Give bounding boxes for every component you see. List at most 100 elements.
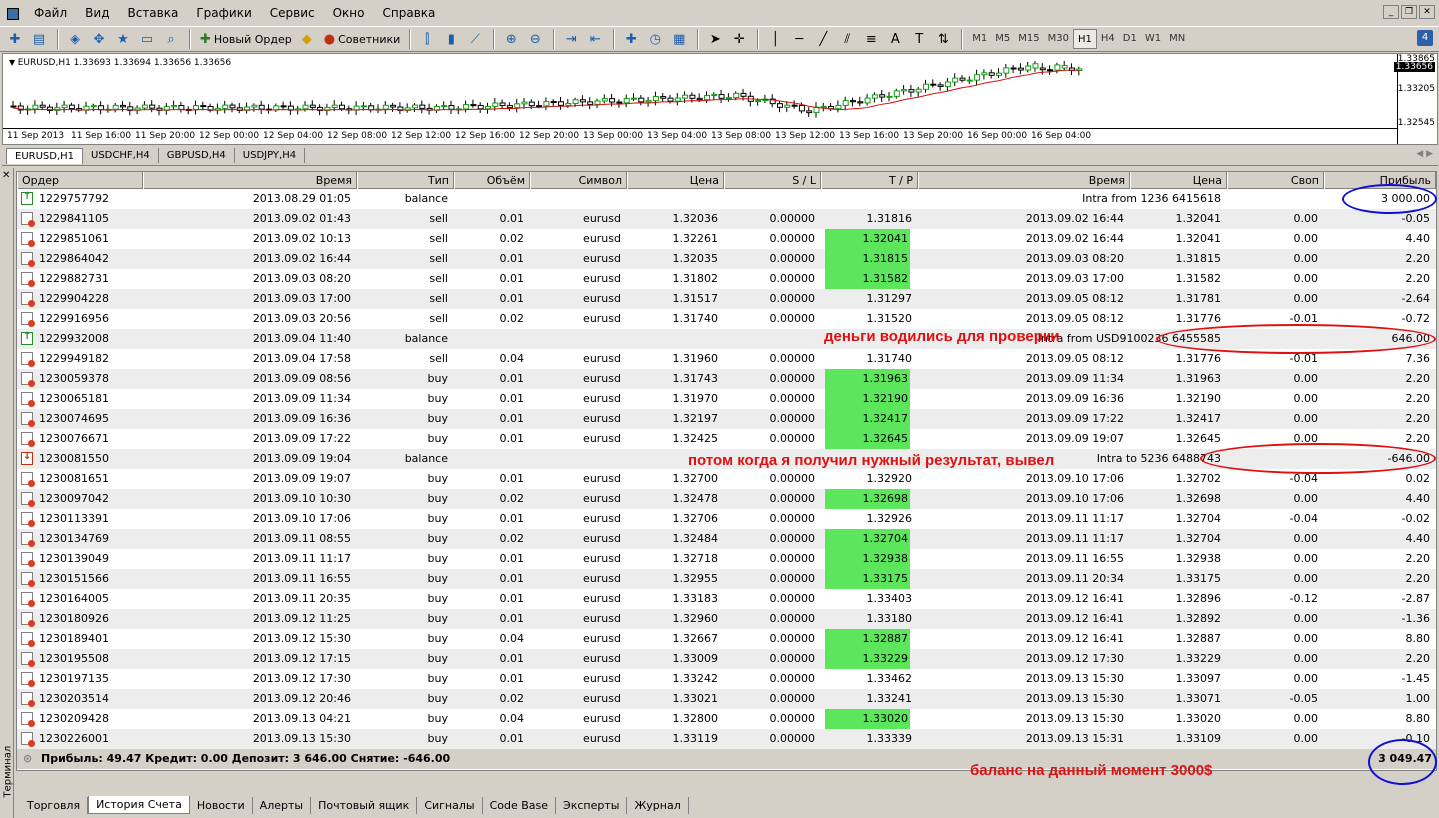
timeframe-h1[interactable]: H1 xyxy=(1072,29,1097,49)
column-header-tp[interactable]: T / P xyxy=(821,172,918,189)
column-header-swap[interactable]: Своп xyxy=(1227,172,1324,189)
terminal-tab[interactable]: Эксперты xyxy=(556,797,628,814)
table-row[interactable]: 1229949182 2013.09.04 17:58 sell 0.04 eurusd… xyxy=(17,349,1436,369)
channel-icon[interactable]: ⫽ xyxy=(836,29,858,49)
chart-tab[interactable]: GBPUSD,H4 xyxy=(159,148,235,163)
table-row[interactable]: 1229841105 2013.09.02 01:43 sell 0.01 eurusd… xyxy=(17,209,1436,229)
table-row[interactable]: 1230180926 2013.09.12 11:25 buy 0.01 eurusd 1… xyxy=(17,609,1436,629)
table-row[interactable]: 1230113391 2013.09.10 17:06 buy 0.01 eurusd 1… xyxy=(17,509,1436,529)
periods-icon[interactable]: ◷ xyxy=(644,29,666,49)
terminal-tab[interactable]: Журнал xyxy=(627,797,689,814)
table-row[interactable]: 1229904228 2013.09.03 17:00 sell 0.01 eurusd… xyxy=(17,289,1436,309)
chart-tab[interactable]: USDCHF,H4 xyxy=(83,148,159,163)
label-icon[interactable]: T xyxy=(908,29,930,49)
chart-shift-icon[interactable]: ⇤ xyxy=(584,29,606,49)
terminal-icon[interactable]: ▭ xyxy=(136,29,158,49)
column-header-time[interactable]: Время xyxy=(143,172,357,189)
timeframe-w1[interactable]: W1 xyxy=(1141,29,1165,49)
terminal-tab[interactable]: Почтовый ящик xyxy=(311,797,418,814)
table-row[interactable]: 1230209428 2013.09.13 04:21 buy 0.04 eurusd 1… xyxy=(17,709,1436,729)
table-row[interactable]: 1230195508 2013.09.12 17:15 buy 0.01 eurusd 1… xyxy=(17,649,1436,669)
column-header-order[interactable]: Ордер xyxy=(17,172,143,189)
table-row[interactable]: 1230197135 2013.09.12 17:30 buy 0.01 eurusd 1… xyxy=(17,669,1436,689)
timeframe-m5[interactable]: M5 xyxy=(991,29,1014,49)
table-row[interactable]: 1230097042 2013.09.10 10:30 buy 0.02 eurusd 1… xyxy=(17,489,1436,509)
table-row[interactable]: 1230164005 2013.09.11 20:35 buy 0.01 eurusd 1… xyxy=(17,589,1436,609)
table-row[interactable]: 1229864042 2013.09.02 16:44 sell 0.01 eurusd… xyxy=(17,249,1436,269)
chart-tab[interactable]: USDJPY,H4 xyxy=(235,148,306,163)
menu-help[interactable]: Справка xyxy=(375,0,446,26)
terminal-tab[interactable]: История Счета xyxy=(88,796,190,814)
menu-charts[interactable]: Графики xyxy=(188,0,261,26)
menu-window[interactable]: Окно xyxy=(325,0,375,26)
zoom-in-icon[interactable]: ⊕ xyxy=(500,29,522,49)
line-chart-icon[interactable]: ⟋ xyxy=(464,29,486,49)
advisors-button[interactable]: ● Советники xyxy=(320,29,405,49)
horizontal-line-icon[interactable]: ─ xyxy=(788,29,810,49)
new-order-button[interactable]: ✚ Новый Ордер xyxy=(196,29,296,49)
close-icon[interactable]: ✕ xyxy=(1419,5,1435,19)
indicators-icon[interactable]: ✚ xyxy=(620,29,642,49)
table-row[interactable]: 1230151566 2013.09.11 16:55 buy 0.01 eurusd 1… xyxy=(17,569,1436,589)
price-chart[interactable]: EURUSD,H1 1.33693 1.33694 1.33656 1.3365… xyxy=(2,53,1438,145)
timeframe-m30[interactable]: M30 xyxy=(1044,29,1073,49)
table-row[interactable]: 1229757792 2013.08.29 01:05 balance Intra f… xyxy=(17,189,1436,209)
terminal-tab[interactable]: Новости xyxy=(190,797,253,814)
metaeditor-icon[interactable]: ◆ xyxy=(296,29,318,49)
table-row[interactable]: 1230076671 2013.09.09 17:22 buy 0.01 eurusd 1… xyxy=(17,429,1436,449)
bar-chart-icon[interactable]: ⫿ xyxy=(416,29,438,49)
timeframe-h4[interactable]: H4 xyxy=(1097,29,1119,49)
text-icon[interactable]: A xyxy=(884,29,906,49)
new-chart-icon[interactable]: ✚ xyxy=(4,29,26,49)
table-row[interactable]: 1230074695 2013.09.09 16:36 buy 0.01 eurusd 1… xyxy=(17,409,1436,429)
crosshair-icon[interactable]: ✛ xyxy=(728,29,750,49)
column-header-ctime[interactable]: Время xyxy=(918,172,1130,189)
zoom-out-icon[interactable]: ⊖ xyxy=(524,29,546,49)
navigator-icon[interactable]: ★ xyxy=(112,29,134,49)
tester-icon[interactable]: ⌕ xyxy=(160,29,182,49)
timeframe-d1[interactable]: D1 xyxy=(1119,29,1141,49)
terminal-tab[interactable]: Торговля xyxy=(20,797,89,814)
menu-tools[interactable]: Сервис xyxy=(262,0,325,26)
autoscroll-icon[interactable]: ⇥ xyxy=(560,29,582,49)
table-row[interactable]: 1230189401 2013.09.12 15:30 buy 0.04 eurusd 1… xyxy=(17,629,1436,649)
candle-chart-icon[interactable]: ▮ xyxy=(440,29,462,49)
toolbar-badge[interactable]: 4 xyxy=(1417,30,1433,46)
trendline-icon[interactable]: ╱ xyxy=(812,29,834,49)
table-row[interactable]: 1229851061 2013.09.02 10:13 sell 0.02 eurusd… xyxy=(17,229,1436,249)
table-row[interactable]: 1229882731 2013.09.03 08:20 sell 0.01 eurusd… xyxy=(17,269,1436,289)
table-row[interactable]: 1230203514 2013.09.12 20:46 buy 0.02 eurusd 1… xyxy=(17,689,1436,709)
tab-scroll-arrows[interactable]: ◀ ▶ xyxy=(1416,149,1433,159)
table-row[interactable]: 1230139049 2013.09.11 11:17 buy 0.01 eurusd 1… xyxy=(17,549,1436,569)
column-header-sl[interactable]: S / L xyxy=(724,172,821,189)
table-row[interactable]: 1230134769 2013.09.11 08:55 buy 0.02 eurusd 1… xyxy=(17,529,1436,549)
vertical-line-icon[interactable]: │ xyxy=(764,29,786,49)
terminal-tab[interactable]: Алерты xyxy=(253,797,312,814)
table-row[interactable]: 1230059378 2013.09.09 08:56 buy 0.01 eurusd 1… xyxy=(17,369,1436,389)
market-watch-icon[interactable]: ◈ xyxy=(64,29,86,49)
chart-tab[interactable]: EURUSD,H1 xyxy=(6,147,84,164)
timeframe-m15[interactable]: M15 xyxy=(1014,29,1043,49)
close-terminal-icon[interactable]: ✕ xyxy=(2,170,10,181)
fibonacci-icon[interactable]: ≡ xyxy=(860,29,882,49)
terminal-tab[interactable]: Сигналы xyxy=(417,797,483,814)
column-header-sym[interactable]: Символ xyxy=(530,172,627,189)
menu-file[interactable]: Файл xyxy=(26,0,77,26)
column-header-cprice[interactable]: Цена xyxy=(1130,172,1227,189)
table-row[interactable]: 1230226001 2013.09.13 15:30 buy 0.01 eurusd 1… xyxy=(17,729,1436,749)
column-header-type[interactable]: Тип xyxy=(357,172,454,189)
profiles-icon[interactable]: ▤ xyxy=(28,29,50,49)
data-window-icon[interactable]: ✥ xyxy=(88,29,110,49)
menu-view[interactable]: Вид xyxy=(77,0,119,26)
table-row[interactable]: 1230065181 2013.09.09 11:34 buy 0.01 eurusd 1… xyxy=(17,389,1436,409)
column-header-vol[interactable]: Объём xyxy=(454,172,530,189)
timeframe-m1[interactable]: M1 xyxy=(968,29,991,49)
cursor-icon[interactable]: ➤ xyxy=(704,29,726,49)
arrows-icon[interactable]: ⇅ xyxy=(932,29,954,49)
restore-icon[interactable]: ❐ xyxy=(1401,5,1417,19)
menu-insert[interactable]: Вставка xyxy=(119,0,188,26)
minimize-icon[interactable]: _ xyxy=(1383,5,1399,19)
terminal-tab[interactable]: Code Base xyxy=(483,797,557,814)
column-header-price[interactable]: Цена xyxy=(627,172,724,189)
templates-icon[interactable]: ▦ xyxy=(668,29,690,49)
